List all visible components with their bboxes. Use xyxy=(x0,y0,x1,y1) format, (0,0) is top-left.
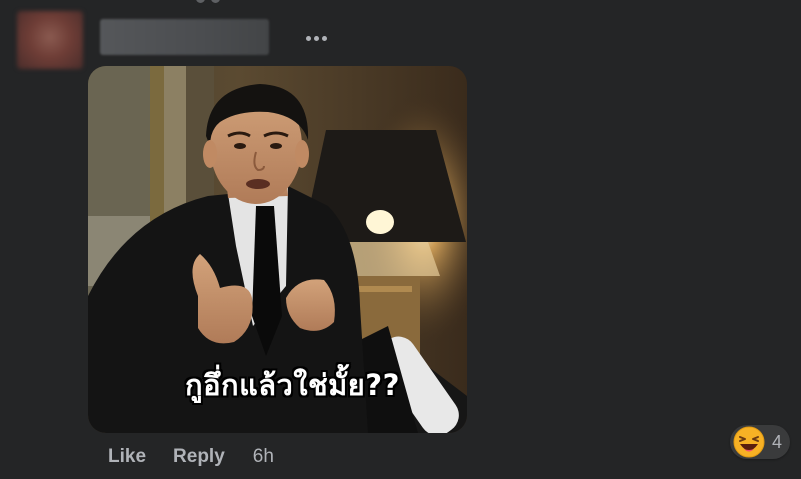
reaction-summary[interactable]: 4 xyxy=(730,425,791,459)
reaction-dot xyxy=(211,0,220,3)
ellipsis-horizontal-icon xyxy=(305,35,311,41)
reaction-count: 4 xyxy=(772,431,783,452)
author-name-redacted[interactable] xyxy=(100,19,269,55)
like-button[interactable]: Like xyxy=(108,446,146,468)
previous-comment-reactions xyxy=(196,0,228,4)
more-options-button[interactable] xyxy=(300,26,332,50)
reply-button[interactable]: Reply xyxy=(173,446,225,468)
reaction-dot xyxy=(196,0,205,3)
ellipsis-dot xyxy=(321,35,327,41)
meme-image[interactable]: กูอึ่กแล้วใช่มั้ย?? xyxy=(88,66,467,433)
avatar[interactable] xyxy=(17,11,83,69)
ellipsis-dot xyxy=(313,35,319,41)
comment-timestamp[interactable]: 6h xyxy=(253,446,274,468)
comment-actions: Like Reply 6h xyxy=(108,446,274,468)
meme-caption: กูอึ่กแล้วใช่มั้ย?? xyxy=(185,368,400,402)
laughing-face-icon xyxy=(733,426,765,458)
comment-page: กูอึ่กแล้วใช่มั้ย?? Like Reply 6h 4 xyxy=(0,0,801,479)
